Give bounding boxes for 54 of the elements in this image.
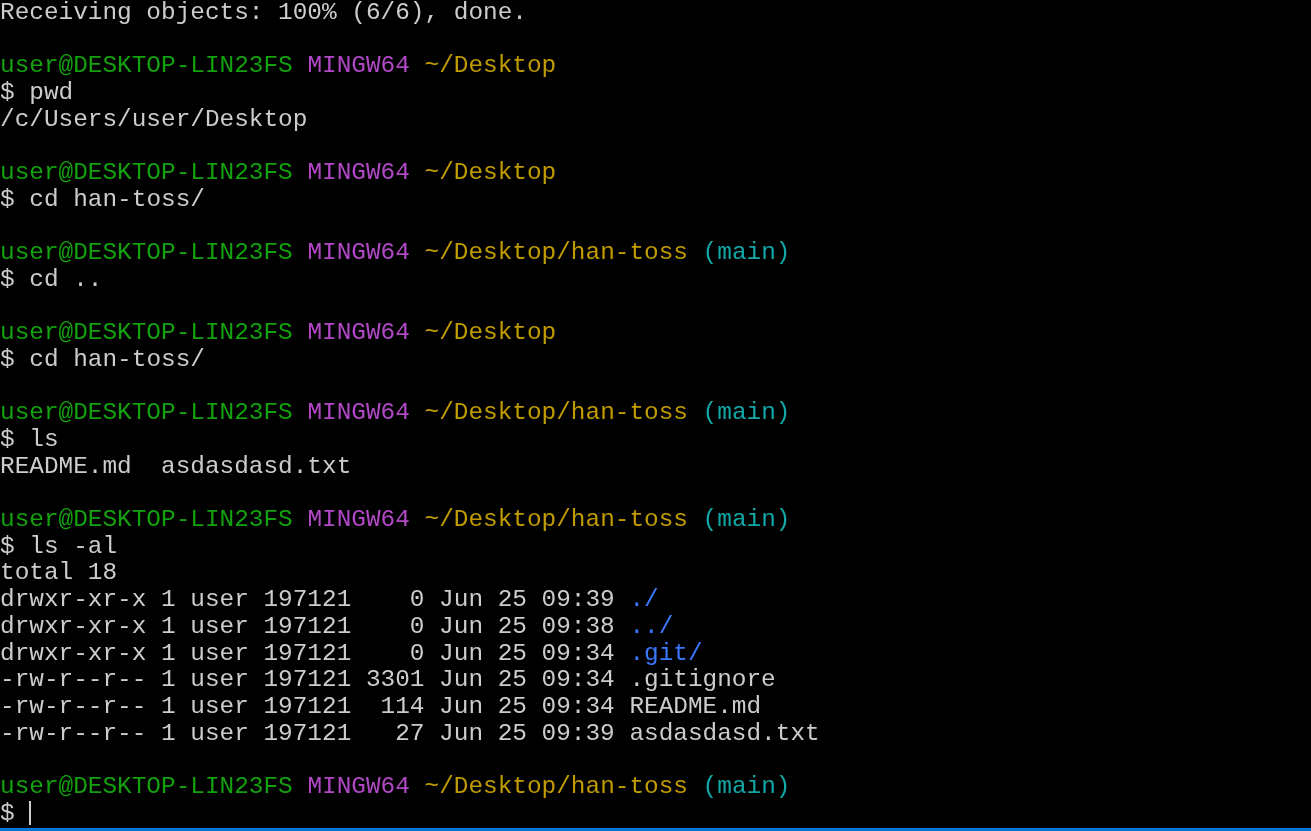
prompt-path: ~/Desktop bbox=[424, 319, 557, 347]
prompt-system: MINGW64 bbox=[307, 239, 410, 267]
prompt-path: ~/Desktop/han-toss bbox=[424, 239, 688, 267]
prompt-user: user@DESKTOP-LIN23FS bbox=[0, 772, 293, 800]
prompt-system: MINGW64 bbox=[307, 52, 410, 80]
git-branch: (main) bbox=[702, 399, 791, 427]
prompt-user: user@DESKTOP-LIN23FS bbox=[0, 506, 293, 534]
command-text: pwd bbox=[29, 79, 74, 107]
file-name: asdasdasd.txt bbox=[629, 719, 820, 747]
directory-name: .git/ bbox=[629, 639, 703, 667]
directory-name: ../ bbox=[629, 612, 674, 640]
directory-name: ./ bbox=[629, 586, 659, 614]
prompt-system: MINGW64 bbox=[307, 159, 410, 187]
prompt-system: MINGW64 bbox=[307, 506, 410, 534]
prompt-path: ~/Desktop/han-toss bbox=[424, 772, 688, 800]
prompt-path: ~/Desktop/han-toss bbox=[424, 506, 688, 534]
file-entry: drwxr-xr-x 1 user 197121 0 Jun 25 09:34 bbox=[0, 639, 615, 667]
output-line: /c/Users/user/Desktop bbox=[0, 105, 308, 133]
command-text: cd han-toss/ bbox=[29, 345, 205, 373]
file-entry: -rw-r--r-- 1 user 197121 114 Jun 25 09:34 bbox=[0, 692, 615, 720]
command-text: cd han-toss/ bbox=[29, 185, 205, 213]
prompt-symbol: $ bbox=[0, 79, 15, 107]
file-entry: drwxr-xr-x 1 user 197121 0 Jun 25 09:38 bbox=[0, 612, 615, 640]
output-line: Receiving objects: 100% (6/6), done. bbox=[0, 0, 527, 26]
command-text: ls -al bbox=[29, 532, 118, 560]
prompt-system: MINGW64 bbox=[307, 772, 410, 800]
command-text: cd .. bbox=[29, 265, 103, 293]
file-entry: -rw-r--r-- 1 user 197121 27 Jun 25 09:39 bbox=[0, 719, 615, 747]
file-name: .gitignore bbox=[629, 666, 776, 694]
file-name: README.md bbox=[629, 692, 762, 720]
prompt-symbol: $ bbox=[0, 185, 15, 213]
command-text: ls bbox=[29, 426, 59, 453]
output-line: README.md asdasdasd.txt bbox=[0, 452, 352, 480]
file-entry: drwxr-xr-x 1 user 197121 0 Jun 25 09:39 bbox=[0, 586, 615, 614]
git-branch: (main) bbox=[702, 239, 791, 267]
prompt-symbol: $ bbox=[0, 426, 15, 453]
prompt-user: user@DESKTOP-LIN23FS bbox=[0, 159, 293, 187]
output-line: total 18 bbox=[0, 559, 118, 587]
git-branch: (main) bbox=[702, 772, 791, 800]
prompt-user: user@DESKTOP-LIN23FS bbox=[0, 399, 293, 427]
prompt-path: ~/Desktop bbox=[424, 52, 557, 80]
prompt-symbol: $ bbox=[0, 799, 15, 827]
prompt-system: MINGW64 bbox=[307, 399, 410, 427]
git-branch: (main) bbox=[702, 506, 791, 534]
prompt-symbol: $ bbox=[0, 532, 15, 560]
prompt-user: user@DESKTOP-LIN23FS bbox=[0, 319, 293, 347]
prompt-system: MINGW64 bbox=[307, 319, 410, 347]
file-entry: -rw-r--r-- 1 user 197121 3301 Jun 25 09:34 bbox=[0, 666, 615, 694]
prompt-user: user@DESKTOP-LIN23FS bbox=[0, 239, 293, 267]
prompt-path: ~/Desktop/han-toss bbox=[424, 399, 688, 427]
prompt-path: ~/Desktop bbox=[424, 159, 557, 187]
prompt-user: user@DESKTOP-LIN23FS bbox=[0, 52, 293, 80]
prompt-symbol: $ bbox=[0, 345, 15, 373]
prompt-symbol: $ bbox=[0, 265, 15, 293]
